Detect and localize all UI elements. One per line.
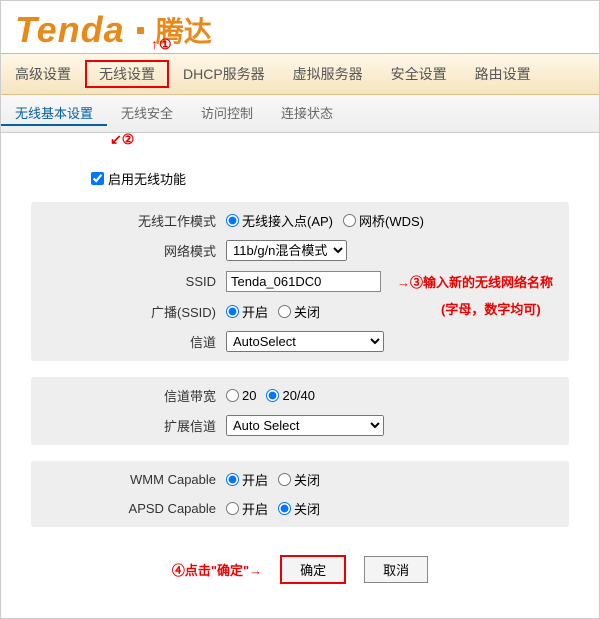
channel-label: 信道 — [31, 332, 226, 351]
group-wmm: WMM Capable 开启 关闭 APSD Capable 开启 关闭 — [31, 461, 569, 527]
form-area: 启用无线功能 无线工作模式 无线接入点(AP) 网桥(WDS) 网络模式 11b… — [1, 147, 599, 618]
nav-virtual[interactable]: 虚拟服务器 — [279, 60, 377, 88]
annot-3: →③输入新的无线网络名称 — [397, 272, 553, 291]
subnav-basic[interactable]: 无线基本设置 — [1, 101, 107, 126]
logo-bar: Tenda 腾达 — [1, 1, 599, 53]
work-mode-wds[interactable]: 网桥(WDS) — [343, 211, 424, 230]
bandwidth-2040[interactable]: 20/40 — [266, 388, 315, 403]
wmm-off[interactable]: 关闭 — [278, 470, 320, 489]
annot-1-icon: ① — [151, 36, 172, 53]
nav-dhcp[interactable]: DHCP服务器 — [169, 60, 279, 88]
channel-select[interactable]: AutoSelect — [226, 331, 384, 352]
annot-4: ④点击"确定"→ — [172, 560, 262, 579]
group-channel: 信道带宽 20 20/40 扩展信道 Auto Select — [31, 377, 569, 445]
ok-button[interactable]: 确定 — [280, 555, 346, 584]
nav-advanced[interactable]: 高级设置 — [1, 60, 85, 88]
wmm-label: WMM Capable — [31, 472, 226, 487]
ext-channel-select[interactable]: Auto Select — [226, 415, 384, 436]
ssid-input[interactable] — [226, 271, 381, 292]
broadcast-off[interactable]: 关闭 — [278, 302, 320, 321]
nav-routing[interactable]: 路由设置 — [461, 60, 545, 88]
wmm-on[interactable]: 开启 — [226, 470, 268, 489]
apsd-label: APSD Capable — [31, 501, 226, 516]
subnav-access[interactable]: 访问控制 — [187, 101, 267, 126]
broadcast-label: 广播(SSID) — [31, 302, 226, 321]
annot-3-sub: (字母，数字均可) — [441, 299, 541, 318]
work-mode-label: 无线工作模式 — [31, 211, 226, 230]
net-mode-select[interactable]: 11b/g/n混合模式 — [226, 240, 347, 261]
subnav-security[interactable]: 无线安全 — [107, 101, 187, 126]
nav-security[interactable]: 安全设置 — [377, 60, 461, 88]
cancel-button[interactable]: 取消 — [364, 556, 428, 583]
broadcast-on[interactable]: 开启 — [226, 302, 268, 321]
group-basic: 无线工作模式 无线接入点(AP) 网桥(WDS) 网络模式 11b/g/n混合模… — [31, 202, 569, 361]
logo-text: Tenda — [15, 9, 125, 51]
ext-channel-label: 扩展信道 — [31, 416, 226, 435]
annot-2-icon: ② — [108, 131, 134, 148]
apsd-on[interactable]: 开启 — [226, 499, 268, 518]
subnav-status[interactable]: 连接状态 — [267, 101, 347, 126]
logo-dot — [137, 27, 144, 34]
apsd-off[interactable]: 关闭 — [278, 499, 320, 518]
bandwidth-20[interactable]: 20 — [226, 388, 256, 403]
main-nav: ① 高级设置 无线设置 DHCP服务器 虚拟服务器 安全设置 路由设置 — [1, 53, 599, 95]
ssid-label: SSID — [31, 274, 226, 289]
nav-wireless[interactable]: 无线设置 — [85, 60, 169, 88]
work-mode-ap[interactable]: 无线接入点(AP) — [226, 211, 333, 230]
bandwidth-label: 信道带宽 — [31, 386, 226, 405]
net-mode-label: 网络模式 — [31, 241, 226, 260]
enable-wireless-checkbox[interactable] — [91, 172, 104, 185]
enable-wireless-label: 启用无线功能 — [108, 169, 186, 188]
sub-nav: 无线基本设置 无线安全 访问控制 连接状态 — [1, 95, 599, 133]
